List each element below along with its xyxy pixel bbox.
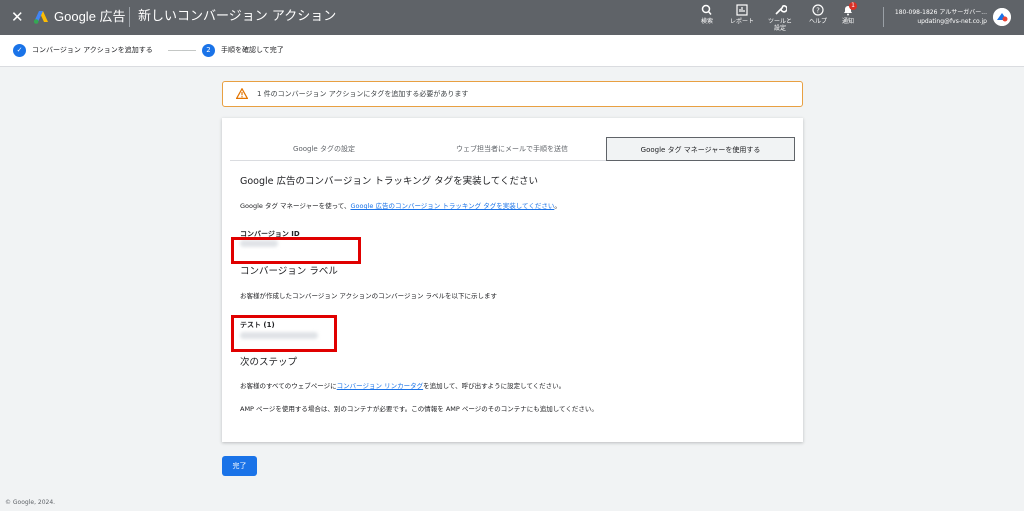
- next-steps-prefix: お客様のすべてのウェブページに: [240, 382, 337, 390]
- help-icon: ?: [812, 4, 824, 16]
- tools-settings-button[interactable]: ツールと設定: [765, 4, 795, 32]
- reports-button[interactable]: レポート: [727, 4, 757, 25]
- instructions-card: Google タグの設定 ウェブ担当者にメールで手順を送信 Google タグ …: [222, 118, 803, 442]
- section-heading: Google 広告のコンバージョン トラッキング タグを実装してください: [240, 176, 539, 187]
- step-complete-check-icon: ✓: [13, 44, 26, 57]
- google-ads-logo-icon: [33, 11, 48, 24]
- implement-tag-link[interactable]: Google 広告のコンバージョン トラッキング タグを実装してください: [350, 202, 554, 210]
- avatar[interactable]: [993, 8, 1011, 26]
- footer-copyright: © Google, 2024.: [5, 499, 56, 506]
- notifications-label: 通知: [841, 18, 854, 25]
- help-label: ヘルプ: [808, 18, 827, 25]
- reports-icon: [736, 4, 748, 16]
- step-1-label: コンバージョン アクションを追加する: [32, 46, 153, 54]
- account-id: 180-098-1826 アルサーガバー...: [894, 9, 987, 16]
- highlight-box: [231, 237, 361, 264]
- step-2-label: 手順を確認して完了: [221, 46, 284, 54]
- intro-text: Google タグ マネージャーを使って、Google 広告のコンバージョン ト…: [240, 202, 561, 211]
- reports-label: レポート: [729, 18, 754, 25]
- stepper: ✓ コンバージョン アクションを追加する 2 手順を確認して完了: [0, 35, 1024, 67]
- search-label: 検索: [700, 18, 713, 25]
- highlight-box: [231, 315, 337, 352]
- step-2-number: 2: [202, 44, 215, 57]
- close-icon[interactable]: ✕: [11, 8, 24, 26]
- divider: [129, 7, 130, 27]
- step-connector: [168, 50, 196, 51]
- warning-icon: [236, 88, 248, 99]
- help-button[interactable]: ? ヘルプ: [807, 4, 829, 25]
- done-button[interactable]: 完了: [222, 456, 257, 476]
- tab-use-google-tag-manager[interactable]: Google タグ マネージャーを使用する: [606, 137, 795, 161]
- conversion-label-description: お客様が作成したコンバージョン アクションのコンバージョン ラベルを以下に示しま…: [240, 292, 498, 300]
- page-title: 新しいコンバージョン アクション: [138, 9, 337, 24]
- next-steps-text: お客様のすべてのウェブページにコンバージョン リンカータグを追加して、呼び出すよ…: [240, 382, 565, 391]
- wrench-icon: [775, 5, 787, 15]
- tab-email-instructions[interactable]: ウェブ担当者にメールで手順を送信: [418, 137, 606, 161]
- amp-note: AMP ページを使用する場合は、別のコンテナが必要です。この情報を AMP ペー…: [240, 405, 598, 413]
- svg-text:?: ?: [816, 7, 820, 15]
- account-email: updating@fvs-net.co.jp: [917, 18, 987, 25]
- search-button[interactable]: 検索: [698, 4, 716, 25]
- intro-suffix: 。: [554, 202, 561, 210]
- tab-google-tag-setup[interactable]: Google タグの設定: [230, 137, 418, 161]
- next-steps-heading: 次のステップ: [240, 357, 298, 368]
- warning-banner: 1 件のコンバージョン アクションにタグを追加する必要があります: [222, 81, 803, 107]
- account-info[interactable]: 180-098-1826 アルサーガバー... updating@fvs-net…: [895, 8, 987, 26]
- next-steps-suffix: を追加して、呼び出すように設定してください。: [423, 382, 566, 390]
- top-app-bar: ✕ Google 広告 新しいコンバージョン アクション 検索 レポート ツール…: [0, 0, 1024, 35]
- notification-count-badge: 1: [849, 2, 857, 10]
- divider: [883, 7, 884, 27]
- conversion-linker-link[interactable]: コンバージョン リンカータグ: [337, 382, 423, 390]
- warning-text: 1 件のコンバージョン アクションにタグを追加する必要があります: [257, 90, 469, 98]
- intro-prefix: Google タグ マネージャーを使って、: [240, 202, 351, 210]
- brand-name: Google 広告: [54, 9, 126, 24]
- tools-label: ツールと設定: [768, 18, 793, 32]
- conversion-label-heading: コンバージョン ラベル: [240, 266, 338, 277]
- search-icon: [701, 4, 712, 15]
- tab-bar: Google タグの設定 ウェブ担当者にメールで手順を送信 Google タグ …: [230, 137, 795, 161]
